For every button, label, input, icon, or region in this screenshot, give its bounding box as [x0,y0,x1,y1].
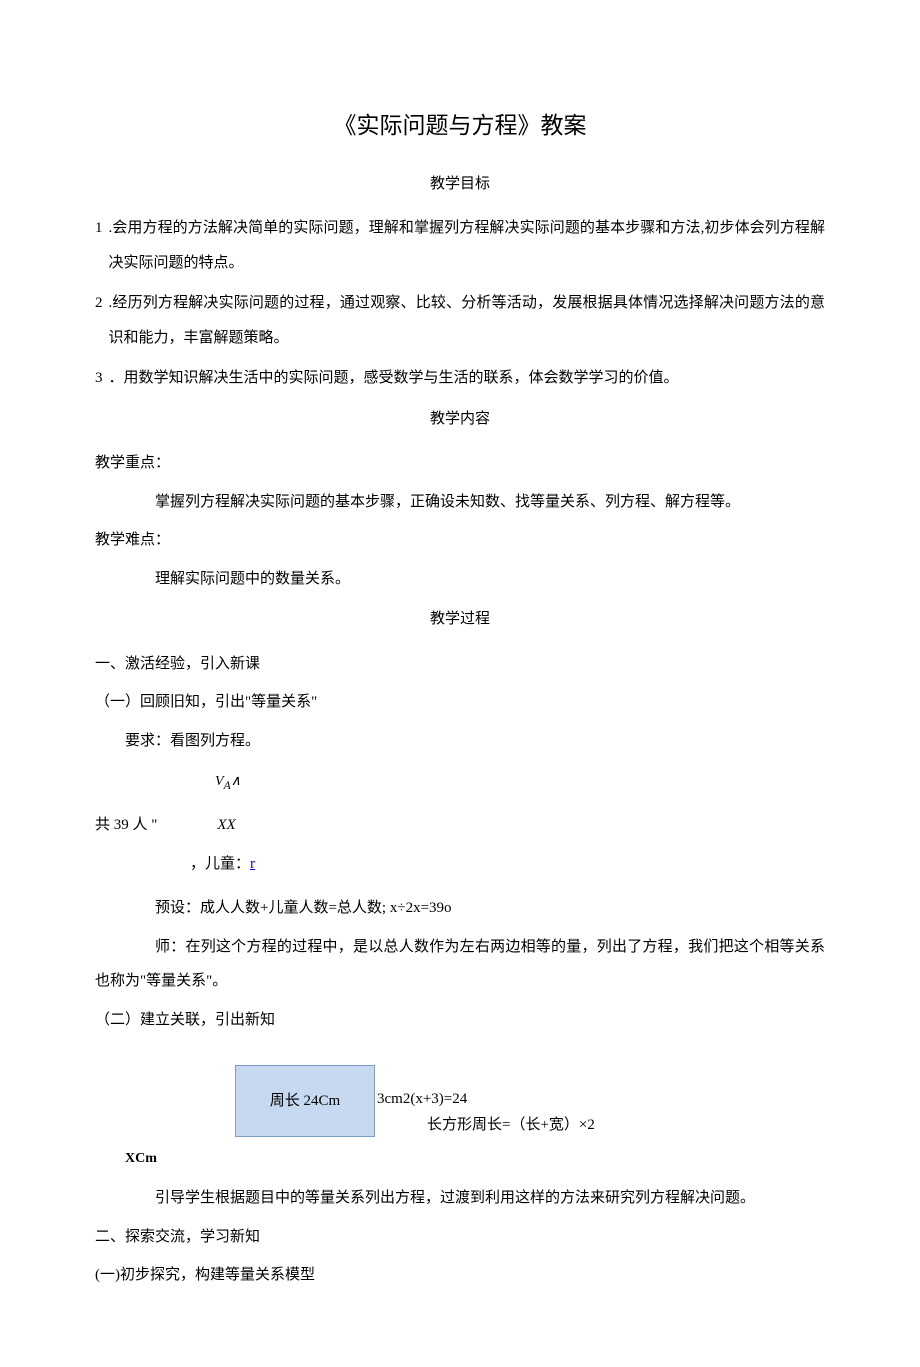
goal-item: 3 ．用数学知识解决生活中的实际问题，感受数学与生活的联系，体会数学学习的价值。 [95,361,825,396]
goal-text: ．用数学知识解决生活中的实际问题，感受数学与生活的联系，体会数学学习的价值。 [109,361,826,396]
child-link[interactable]: r [250,856,255,872]
goal-number: 3 [95,361,103,396]
requirement-text: 要求：看图列方程。 [95,724,825,759]
shared-xx: XX [157,808,235,843]
difficulty-label: 教学难点： [95,523,825,558]
part2-heading: 二、探索交流，学习新知 [95,1220,825,1255]
goal-number: 2 [95,286,103,355]
part2-1-heading: (一)初步探究，构建等量关系模型 [95,1258,825,1293]
guide-text: 引导学生根据题目中的等量关系列出方程，过渡到利用这样的方法来研究列方程解决问题。 [95,1181,825,1216]
process-heading: 教学过程 [95,602,825,637]
goals-heading: 教学目标 [95,167,825,202]
va-sub: A [224,779,231,792]
goal-text: .会用方程的方法解决简单的实际问题，理解和掌握列方程解决实际问题的基本步骤和方法… [109,211,826,280]
document-title: 《实际问题与方程》教案 [95,100,825,153]
teacher-say: 师：在列这个方程的过程中，是以总人数作为左右两边相等的量，列出了方程，我们把这个… [95,930,825,999]
content-heading: 教学内容 [95,402,825,437]
focus-text: 掌握列方程解决实际问题的基本步骤，正确设未知数、找等量关系、列方程、解方程等。 [95,485,825,520]
goal-item: 2 .经历列方程解决实际问题的过程，通过观察、比较、分析等活动，发展根据具体情况… [95,286,825,355]
rect-equation: 3cm2(x+3)=24 [377,1087,595,1111]
va-v: V [215,774,224,789]
rectangle-diagram: 周长 24Cm 3cm2(x+3)=24 长方形周长=（长+宽）×2 [95,1065,825,1137]
rectangle-label: 周长 24Cm [270,1084,340,1119]
focus-label: 教学重点： [95,446,825,481]
part1-heading: 一、激活经验，引入新课 [95,647,825,682]
shared-prefix: 共 39 人 " [95,808,157,843]
goal-number: 1 [95,211,103,280]
rectangle-box: 周长 24Cm [235,1065,375,1137]
xcm-label: XCm [95,1143,825,1175]
shared-line: 共 39 人 " XX [95,808,825,843]
rectangle-right-text: 3cm2(x+3)=24 长方形周长=（长+宽）×2 [375,1087,595,1137]
va-caret: ∧ [231,774,241,789]
part1-1-heading: （一）回顾旧知，引出"等量关系" [95,685,825,720]
difficulty-text: 理解实际问题中的数量关系。 [95,562,825,597]
part1-2-heading: （二）建立关联，引出新知 [95,1003,825,1038]
rect-formula: 长方形周长=（长+宽）×2 [377,1113,595,1137]
goal-text: .经历列方程解决实际问题的过程，通过观察、比较、分析等活动，发展根据具体情况选择… [109,286,826,355]
va-notation: VA∧ [95,766,825,800]
preset-text: 预设：成人人数+儿童人数=总人数; x÷2x=39o [95,891,825,926]
child-label: ，儿童： [190,856,250,872]
child-line: ，儿童：r [95,847,825,882]
goal-item: 1 .会用方程的方法解决简单的实际问题，理解和掌握列方程解决实际问题的基本步骤和… [95,211,825,280]
